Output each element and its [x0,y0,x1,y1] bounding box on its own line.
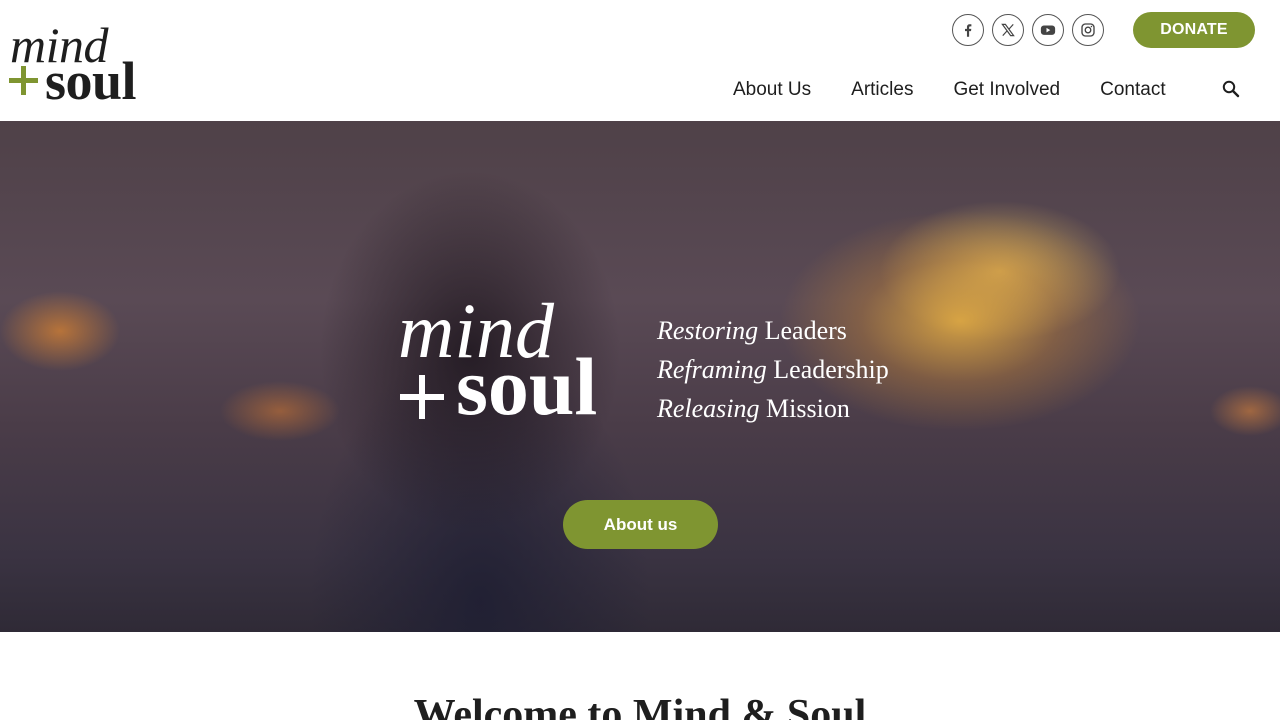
site-logo[interactable]: mind soul [9,14,169,111]
social-links [952,14,1104,46]
hero-logo: mind soul [398,283,643,432]
tagline-releasing: Releasing Mission [657,389,889,428]
tagline-text: Leaders [758,316,847,345]
hero-logo-plus-icon [400,375,444,419]
tagline-emphasis: Releasing [657,394,760,423]
tagline-text: Mission [759,394,850,423]
search-icon[interactable] [1221,79,1241,99]
tagline-emphasis: Reframing [657,355,767,384]
about-us-button[interactable]: About us [563,500,718,549]
logo-plus-icon [9,66,39,96]
logo-word-soul: soul [45,51,137,111]
tagline-text: Leadership [766,355,889,384]
hero-banner: mind soul Restoring Leaders Reframing Le… [0,121,1280,632]
nav-item-contact[interactable]: Contact [1080,78,1185,102]
nav-item-get-involved[interactable]: Get Involved [933,78,1080,102]
instagram-icon[interactable] [1072,14,1104,46]
facebook-icon[interactable] [952,14,984,46]
welcome-heading: Welcome to Mind & Soul [413,692,867,720]
donate-button[interactable]: DONATE [1133,12,1255,48]
x-icon[interactable] [992,14,1024,46]
nav-item-about-us[interactable]: About Us [713,78,831,102]
main-nav: About Us Articles Get Involved Contact [713,78,1186,102]
site-header: mind soul DONATE About Us Articles Get I… [0,0,1280,121]
tagline-emphasis: Restoring [657,316,759,345]
youtube-icon[interactable] [1032,14,1064,46]
tagline-restoring: Restoring Leaders [657,311,889,350]
hero-logo-word-soul: soul [456,341,598,432]
hero-taglines: Restoring Leaders Reframing Leadership R… [657,311,889,428]
nav-item-articles[interactable]: Articles [831,78,933,102]
tagline-reframing: Reframing Leadership [657,350,889,389]
